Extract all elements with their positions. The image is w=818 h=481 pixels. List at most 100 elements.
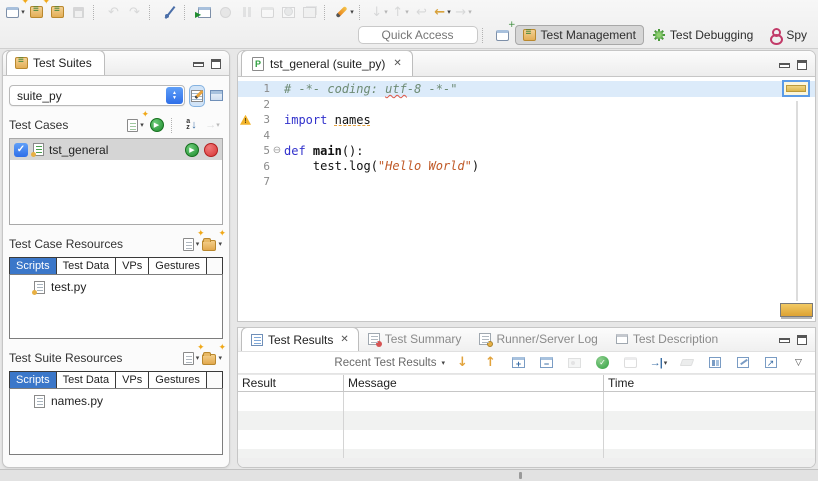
- open-perspective-button[interactable]: +: [493, 25, 512, 45]
- tab-gestures[interactable]: Gestures: [148, 257, 207, 275]
- clear-results-button[interactable]: [677, 353, 696, 373]
- new-wizard-button[interactable]: ✦▾: [6, 2, 25, 22]
- quick-access-input[interactable]: [358, 26, 478, 44]
- tab-test-suites[interactable]: Test Suites: [6, 50, 105, 75]
- record-test-case-button[interactable]: [204, 143, 218, 157]
- new-suite-resource-folder-button[interactable]: ✦▾: [202, 348, 222, 368]
- show-screenshot-button[interactable]: [565, 353, 584, 373]
- run-test-suite-button[interactable]: [195, 2, 214, 22]
- perspective-spy[interactable]: Spy: [762, 26, 814, 44]
- column-header-time[interactable]: Time: [604, 375, 815, 391]
- record-button[interactable]: [216, 2, 235, 22]
- next-result-button[interactable]: ↓: [453, 353, 472, 373]
- test-case-row-tst-general[interactable]: ✓ tst_general ▶: [10, 139, 222, 160]
- results-table-header: Result Message Time: [238, 374, 815, 392]
- perspective-test-debugging[interactable]: Test Debugging: [646, 26, 760, 44]
- results-table-body[interactable]: [238, 392, 815, 458]
- new-test-case-button[interactable]: ✦▾: [126, 115, 145, 135]
- perspective-label: Test Management: [541, 28, 636, 42]
- new-view-button[interactable]: [258, 2, 277, 22]
- new-suite-resource-file-button[interactable]: ✦▾: [181, 348, 200, 368]
- tab-vps[interactable]: VPs: [115, 371, 149, 389]
- tab-test-summary[interactable]: Test Summary: [359, 327, 471, 351]
- back-history-button[interactable]: ←▾: [433, 2, 452, 22]
- file-item-names-py[interactable]: names.py: [34, 394, 222, 408]
- export-results-button[interactable]: ↗: [761, 353, 780, 373]
- perspective-toolbar: + Test Management Test Debugging Spy: [358, 24, 814, 46]
- overview-ruler-marker[interactable]: [782, 80, 810, 97]
- tab-test-results[interactable]: Test Results ✕: [241, 327, 359, 351]
- editor-tabbar: P tst_general (suite_py) ✕: [238, 51, 815, 77]
- execution-order-button[interactable]: →▾: [203, 115, 222, 135]
- test-cases-label: Test Cases: [9, 118, 68, 132]
- object-map-icon: [191, 90, 203, 102]
- suite-settings-button[interactable]: [209, 86, 223, 106]
- new-report-button[interactable]: [621, 353, 640, 373]
- tab-test-description[interactable]: Test Description: [607, 327, 727, 351]
- web-browser-button[interactable]: [279, 2, 298, 22]
- maximize-results-button[interactable]: [797, 335, 807, 345]
- view-menu-button[interactable]: ▽: [789, 353, 808, 373]
- object-highlighter-button[interactable]: ▾: [335, 2, 354, 22]
- column-header-message[interactable]: Message: [344, 375, 604, 391]
- tab-test-data[interactable]: Test Data: [56, 371, 116, 389]
- undo-button[interactable]: ↶: [104, 2, 123, 22]
- tab-scripts[interactable]: Scripts: [9, 257, 57, 275]
- open-test-suite-button[interactable]: [48, 2, 67, 22]
- code-editor[interactable]: 1 # -*- coding: utf-8 -*-" 2 ! 3 import …: [238, 77, 815, 322]
- maximize-view-button[interactable]: [211, 59, 221, 69]
- new-resource-folder-button[interactable]: ✦▾: [202, 234, 222, 254]
- chart-view-button[interactable]: [705, 353, 724, 373]
- pause-button[interactable]: [237, 2, 256, 22]
- python-file-icon: [34, 281, 45, 294]
- restore-minimized-view-button[interactable]: [780, 303, 813, 317]
- minimize-view-button[interactable]: [193, 62, 204, 67]
- run-all-test-cases-button[interactable]: ▶: [147, 115, 166, 135]
- tab-test-data[interactable]: Test Data: [56, 257, 116, 275]
- last-edit-location-button[interactable]: ↩: [412, 2, 431, 22]
- new-resource-file-button[interactable]: ✦▾: [181, 234, 200, 254]
- show-passes-button[interactable]: ✓: [593, 353, 612, 373]
- object-map-button[interactable]: [190, 86, 204, 106]
- close-tab-icon[interactable]: ✕: [393, 58, 401, 69]
- previous-result-button[interactable]: ↑: [481, 353, 500, 373]
- recent-test-results-dropdown[interactable]: Recent Test Results▾: [334, 357, 445, 369]
- sort-test-cases-button[interactable]: az↓: [182, 115, 201, 135]
- run-test-case-button[interactable]: ▶: [185, 143, 199, 157]
- step-into-button[interactable]: ↓▾: [370, 2, 389, 22]
- filter-results-button[interactable]: →|▾: [649, 353, 668, 373]
- save-button[interactable]: [69, 2, 88, 22]
- column-header-result[interactable]: Result: [238, 375, 344, 391]
- maximize-editor-button[interactable]: [797, 60, 807, 70]
- file-item-test-py[interactable]: test.py: [34, 280, 222, 294]
- editor-tab-tst-general[interactable]: P tst_general (suite_py) ✕: [241, 50, 413, 76]
- toolbar-separator: [482, 28, 489, 43]
- perspective-test-management[interactable]: Test Management: [515, 25, 644, 45]
- tab-vps[interactable]: VPs: [115, 257, 149, 275]
- splitter-grip[interactable]: [519, 472, 522, 479]
- warning-marker-icon[interactable]: !: [240, 115, 251, 125]
- code-line: ! 3 import names: [238, 112, 815, 128]
- redo-button[interactable]: ↷: [125, 2, 144, 22]
- minimize-results-button[interactable]: [779, 338, 790, 343]
- step-out-button[interactable]: ↑▾: [391, 2, 410, 22]
- collapse-all-button[interactable]: −: [537, 353, 556, 373]
- new-test-suite-button[interactable]: ✦: [27, 2, 46, 22]
- forward-history-button[interactable]: →▾: [454, 2, 473, 22]
- close-tab-icon[interactable]: ✕: [340, 334, 348, 345]
- windows-button[interactable]: [300, 2, 319, 22]
- stop-recording-button[interactable]: [160, 2, 179, 22]
- test-case-checkbox[interactable]: ✓: [14, 143, 28, 157]
- dropdown-arrow-icon: ▾: [405, 8, 409, 16]
- minimize-editor-button[interactable]: [779, 63, 790, 68]
- expand-all-button[interactable]: +: [509, 353, 528, 373]
- tab-gestures[interactable]: Gestures: [148, 371, 207, 389]
- suite-combo[interactable]: suite_py ▲▼: [9, 85, 185, 106]
- test-case-name: tst_general: [49, 143, 180, 157]
- tab-scripts[interactable]: Scripts: [9, 371, 57, 389]
- tab-runner-server-log[interactable]: Runner/Server Log: [470, 327, 606, 351]
- fold-marker[interactable]: ⊖: [270, 145, 284, 156]
- history-chart-button[interactable]: [733, 353, 752, 373]
- back-curved-icon: ↩: [416, 5, 427, 20]
- code-line: 5 ⊖ def main():: [238, 143, 815, 159]
